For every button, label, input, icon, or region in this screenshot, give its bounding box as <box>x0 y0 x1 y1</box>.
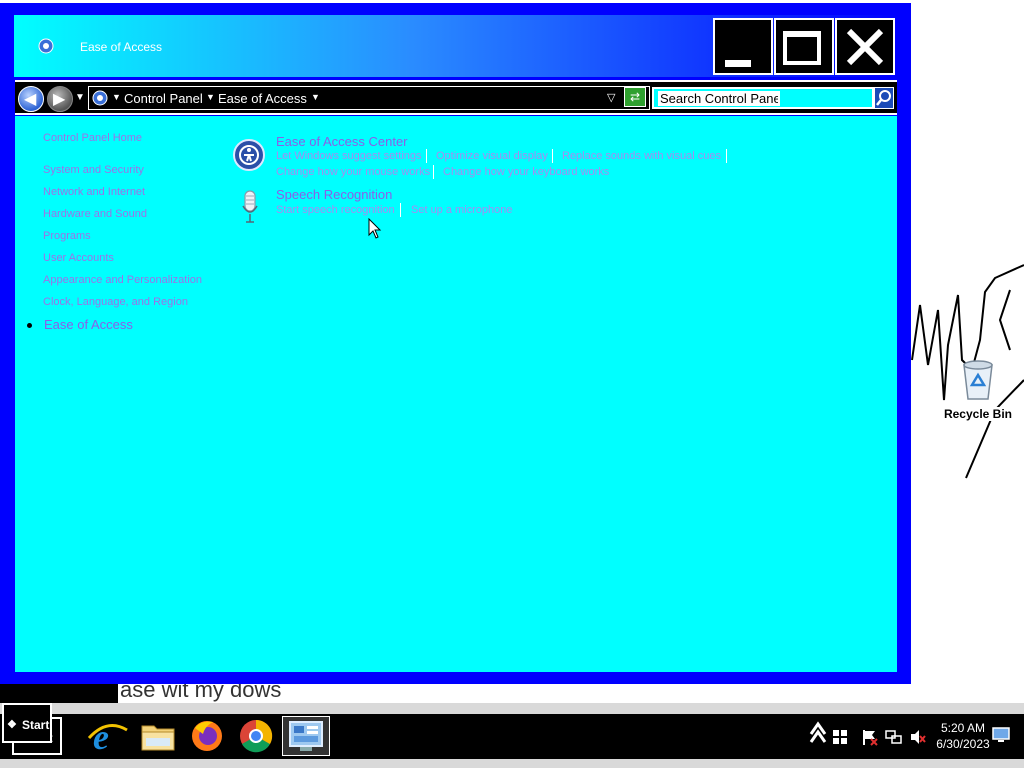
link-change-mouse[interactable]: Change how your mouse works <box>276 166 430 178</box>
minimize-icon <box>725 60 751 67</box>
search-icon <box>876 90 891 106</box>
sidebar-item-hardware-and-sound[interactable]: Hardware and Sound <box>43 208 147 220</box>
link-separator <box>426 149 427 163</box>
background-caption-text: ase wit my dows <box>120 683 282 702</box>
show-desktop-icon[interactable] <box>992 727 1010 743</box>
link-separator <box>400 203 401 217</box>
category-ease-of-access-center[interactable]: Ease of Access Center <box>276 134 408 149</box>
sidebar-item-appearance-and-personalization[interactable]: Appearance and Personalization <box>43 274 202 286</box>
content-area: Control Panel Home System and Security N… <box>15 116 897 672</box>
background-black-bar <box>0 683 118 703</box>
recycle-bin-label: Recycle Bin <box>938 407 1018 421</box>
current-page-bullet-icon <box>27 323 32 328</box>
back-button[interactable]: ◀ <box>18 86 44 112</box>
link-separator <box>726 149 727 163</box>
forward-button[interactable]: ▶ <box>47 86 73 112</box>
link-start-speech-recognition[interactable]: Start speech recognition <box>276 204 395 216</box>
ease-of-access-icon[interactable] <box>233 139 265 171</box>
link-replace-sounds-with-visual-cues[interactable]: Replace sounds with visual cues <box>562 150 721 162</box>
volume-muted-icon[interactable] <box>909 728 927 746</box>
recent-pages-dropdown-icon[interactable]: ▼ <box>75 92 85 103</box>
address-history-dropdown-icon[interactable]: ▽ <box>607 91 615 104</box>
mouse-cursor-icon <box>368 218 382 239</box>
close-icon <box>846 28 884 66</box>
file-explorer-icon <box>141 725 175 751</box>
sidebar-item-programs[interactable]: Programs <box>43 230 91 242</box>
breadcrumb[interactable]: ▼ Control Panel ▼ Ease of Access ▼ ▽ <box>88 86 650 110</box>
clock[interactable]: 5:20 AM 6/30/2023 <box>930 720 996 752</box>
start-button[interactable]: ❖ Start <box>2 703 52 743</box>
back-arrow-icon: ◀ <box>24 91 37 108</box>
forward-arrow-icon: ▶ <box>53 91 66 108</box>
sidebar-item-user-accounts[interactable]: User Accounts <box>43 252 114 264</box>
recycle-bin[interactable]: Recycle Bin <box>938 357 1018 421</box>
sidebar-item-clock-language-region[interactable]: Clock, Language, and Region <box>43 296 188 308</box>
link-let-windows-suggest-settings[interactable]: Let Windows suggest settings <box>276 150 422 162</box>
breadcrumb-chevron-icon[interactable]: ▼ <box>206 92 215 102</box>
window-title: Ease of Access <box>80 40 163 54</box>
link-separator <box>433 165 434 179</box>
sidebar-item-system-and-security[interactable]: System and Security <box>43 164 144 176</box>
windows-logo-icon: ❖ <box>7 719 17 731</box>
start-label: Start <box>22 718 50 732</box>
link-set-up-microphone[interactable]: Set up a microphone <box>411 204 513 216</box>
background-window-caption: ase wit my dows <box>0 683 340 703</box>
ease-of-access-title-icon <box>38 38 54 54</box>
network-icon[interactable] <box>885 728 903 746</box>
taskbar-app-internet-explorer[interactable]: e <box>83 716 131 757</box>
taskbar: rt ❖ Start e <box>0 703 1024 768</box>
link-separator <box>552 149 553 163</box>
category-speech-recognition[interactable]: Speech Recognition <box>276 187 392 202</box>
minimize-button[interactable] <box>713 18 773 75</box>
search-button[interactable] <box>874 87 894 109</box>
clock-time: 5:20 AM <box>940 721 986 735</box>
recycle-bin-icon <box>963 360 993 400</box>
taskbar-app-chrome[interactable] <box>232 716 280 756</box>
breadcrumb-item-control-panel[interactable]: Control Panel <box>124 91 203 106</box>
taskbar-app-firefox[interactable] <box>183 716 231 756</box>
show-hidden-icons-icon[interactable] <box>809 718 827 748</box>
control-panel-crumb-icon <box>92 90 108 106</box>
svg-text:e: e <box>93 717 109 756</box>
action-center-icon[interactable] <box>831 728 849 746</box>
control-panel-window: Ease of Access ◀ ▶ ▼ ▼ Control Panel ▼ E… <box>0 3 911 684</box>
clock-date: 6/30/2023 <box>936 737 990 751</box>
sidebar-item-network-and-internet[interactable]: Network and Internet <box>43 186 145 198</box>
address-bar: ◀ ▶ ▼ ▼ Control Panel ▼ Ease of Access ▼… <box>15 80 897 115</box>
sidebar-item-control-panel-home[interactable]: Control Panel Home <box>43 132 142 144</box>
maximize-button[interactable] <box>774 18 834 75</box>
microphone-icon[interactable] <box>241 190 259 224</box>
sidebar-item-ease-of-access: Ease of Access <box>44 317 133 332</box>
link-change-keyboard[interactable]: Change how your keyboard works <box>443 166 609 178</box>
chrome-icon <box>240 719 273 753</box>
refresh-button[interactable]: ⇄ <box>624 87 646 107</box>
breadcrumb-chevron-icon[interactable]: ▼ <box>311 92 320 102</box>
breadcrumb-chevron-icon[interactable]: ▼ <box>112 92 121 102</box>
close-button[interactable] <box>835 18 895 75</box>
search-box <box>652 87 874 109</box>
internet-explorer-icon: e <box>87 717 128 757</box>
breadcrumb-item-ease-of-access[interactable]: Ease of Access <box>218 91 307 106</box>
title-bar[interactable]: Ease of Access <box>14 15 898 77</box>
flag-notification-icon[interactable] <box>861 728 879 746</box>
maximize-icon <box>783 31 821 65</box>
taskbar-app-control-panel[interactable] <box>282 716 330 756</box>
control-panel-icon <box>289 721 323 751</box>
refresh-icon: ⇄ <box>629 90 641 104</box>
link-optimize-visual-display[interactable]: Optimize visual display <box>436 150 548 162</box>
search-input[interactable] <box>658 91 780 106</box>
taskbar-app-file-explorer[interactable] <box>134 716 182 756</box>
firefox-icon <box>192 721 222 751</box>
